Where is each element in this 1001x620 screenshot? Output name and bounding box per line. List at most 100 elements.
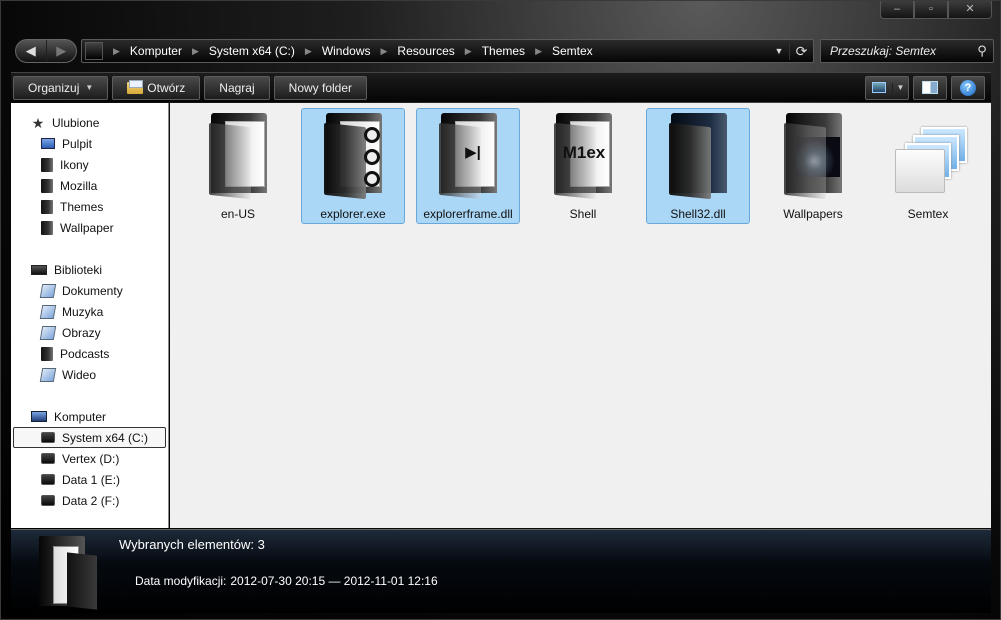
minimize-button[interactable]: – xyxy=(880,1,914,19)
sidebar-item-icons[interactable]: Ikony xyxy=(11,154,168,175)
sidebar-item-label: Pulpit xyxy=(62,136,93,151)
details-pane: Wybranych elementów: 3 Data modyfikacji:… xyxy=(11,529,991,613)
breadcrumb-separator[interactable]: ▶ xyxy=(186,46,205,57)
nav-buttons: ◀ ▶ xyxy=(15,39,77,63)
file-name: explorer.exe xyxy=(320,207,386,221)
chevron-down-icon: ▼ xyxy=(85,83,94,92)
sidebar-item-label: Ulubione xyxy=(52,115,100,130)
folder-icon xyxy=(667,113,733,200)
preview-pane-button[interactable] xyxy=(913,75,947,100)
search-icon[interactable]: ⚲ xyxy=(971,43,993,59)
sidebar-item-drive-f[interactable]: Data 2 (F:) xyxy=(11,490,168,511)
sidebar-item-label: Muzyka xyxy=(62,304,104,319)
sidebar-item-computer[interactable]: Komputer xyxy=(11,406,168,427)
computer-icon xyxy=(31,411,47,422)
title-bar[interactable]: – ▫ ✕ xyxy=(1,1,1000,35)
search-input[interactable]: Przeszukaj: Semtex xyxy=(830,44,971,58)
window-controls: – ▫ ✕ xyxy=(880,1,992,19)
sidebar-item-label: System x64 (C:) xyxy=(62,430,149,445)
date-modified-value[interactable]: 2012-07-30 20:15 — 2012-11-01 12:16 xyxy=(230,574,437,588)
file-name: explorerframe.dll xyxy=(423,207,513,221)
help-button[interactable]: ? xyxy=(951,75,985,100)
sidebar-item-wallpaper[interactable]: Wallpaper xyxy=(11,217,168,238)
command-bar: Organizuj ▼ Otwórz Nagraj Nowy folder ▼ … xyxy=(11,72,991,102)
sidebar-item-videos[interactable]: Wideo xyxy=(11,364,168,385)
sidebar-item-desktop[interactable]: Pulpit xyxy=(11,133,168,154)
open-label: Otwórz xyxy=(147,80,186,95)
sidebar-item-podcasts[interactable]: Podcasts xyxy=(11,343,168,364)
file-shell32-dll[interactable]: Shell32.dll xyxy=(646,108,750,224)
sidebar-item-drive-d[interactable]: Vertex (D:) xyxy=(11,448,168,469)
navigation-pane[interactable]: ★ Ulubione Pulpit Ikony Mozilla Themes W… xyxy=(11,103,169,528)
sidebar-item-favorites[interactable]: ★ Ulubione xyxy=(11,112,168,133)
change-view-button[interactable]: ▼ xyxy=(865,75,909,100)
address-bar[interactable]: ▶ Komputer ▶ System x64 (C:) ▶ Windows ▶… xyxy=(81,39,814,63)
shell-glyph: M1ex xyxy=(562,143,606,162)
sidebar-item-label: Biblioteki xyxy=(54,262,103,277)
folder-icon xyxy=(322,113,388,200)
open-folder-icon xyxy=(127,79,144,94)
favorites-group: ★ Ulubione Pulpit Ikony Mozilla Themes W… xyxy=(11,112,168,238)
folder-icon xyxy=(207,113,273,200)
refresh-icon[interactable]: ⟳ xyxy=(789,42,813,60)
sidebar-item-label: Ikony xyxy=(60,157,89,172)
burn-button[interactable]: Nagraj xyxy=(204,75,270,100)
chevron-down-icon[interactable]: ▼ xyxy=(892,83,908,92)
sidebar-item-label: Wideo xyxy=(62,367,97,382)
desktop-icon xyxy=(41,138,55,149)
sidebar-item-documents[interactable]: Dokumenty xyxy=(11,280,168,301)
help-icon: ? xyxy=(960,79,976,96)
music-icon xyxy=(39,304,57,319)
search-box[interactable]: Przeszukaj: Semtex ⚲ xyxy=(820,39,994,63)
folder-shell[interactable]: M1ex Shell xyxy=(531,108,635,224)
breadcrumb-separator[interactable]: ▶ xyxy=(529,46,548,57)
selection-count: Wybranych elementów: 3 xyxy=(119,537,265,552)
selection-thumbnail-icon xyxy=(33,534,103,610)
file-name: Shell32.dll xyxy=(670,207,726,221)
file-explorerframe-dll[interactable]: ▶| explorerframe.dll xyxy=(416,108,520,224)
sidebar-item-drive-c[interactable]: System x64 (C:) xyxy=(13,427,166,448)
sidebar-item-themes[interactable]: Themes xyxy=(11,196,168,217)
folder-icon: M1ex xyxy=(552,113,618,200)
new-folder-button[interactable]: Nowy folder xyxy=(273,75,368,100)
file-explorer-exe[interactable]: explorer.exe xyxy=(301,108,405,224)
sidebar-item-label: Mozilla xyxy=(60,178,98,193)
sidebar-item-libraries[interactable]: Biblioteki xyxy=(11,259,168,280)
folder-icon xyxy=(41,157,53,172)
sidebar-item-label: Dokumenty xyxy=(62,283,123,298)
frame-glyph: ▶| xyxy=(465,144,481,161)
breadcrumb-resources[interactable]: Resources xyxy=(393,44,458,58)
videos-icon xyxy=(39,367,57,382)
breadcrumb-windows[interactable]: Windows xyxy=(318,44,375,58)
folder-semtex[interactable]: Semtex xyxy=(876,108,980,224)
breadcrumb-semtex[interactable]: Semtex xyxy=(548,44,597,58)
file-list[interactable]: en-US explorer.exe ▶| explorerframe.dll … xyxy=(170,103,991,528)
back-button[interactable]: ◀ xyxy=(16,40,46,62)
sidebar-item-pictures[interactable]: Obrazy xyxy=(11,322,168,343)
open-button[interactable]: Otwórz xyxy=(112,75,201,100)
forward-button[interactable]: ▶ xyxy=(45,40,77,62)
sidebar-item-mozilla[interactable]: Mozilla xyxy=(11,175,168,196)
file-name: Wallpapers xyxy=(783,207,843,221)
breadcrumb-separator[interactable]: ▶ xyxy=(459,46,478,57)
computer-group: Komputer System x64 (C:) Vertex (D:) Dat… xyxy=(11,406,168,511)
sidebar-item-music[interactable]: Muzyka xyxy=(11,301,168,322)
folder-en-us[interactable]: en-US xyxy=(186,108,290,224)
folder-icon xyxy=(782,113,848,200)
breadcrumb-themes[interactable]: Themes xyxy=(478,44,529,58)
maximize-button[interactable]: ▫ xyxy=(914,1,948,19)
folder-icon xyxy=(41,199,53,214)
folder-icon xyxy=(41,178,53,193)
breadcrumb-separator[interactable]: ▶ xyxy=(107,46,126,57)
drive-icon xyxy=(41,432,55,443)
sidebar-item-drive-e[interactable]: Data 1 (E:) xyxy=(11,469,168,490)
folder-wallpapers[interactable]: Wallpapers xyxy=(761,108,865,224)
address-dropdown-icon[interactable]: ▼ xyxy=(769,46,789,56)
breadcrumb-system-c[interactable]: System x64 (C:) xyxy=(205,44,299,58)
breadcrumb-separator[interactable]: ▶ xyxy=(375,46,394,57)
breadcrumb-separator[interactable]: ▶ xyxy=(299,46,318,57)
close-button[interactable]: ✕ xyxy=(948,1,992,19)
preview-pane-icon xyxy=(922,81,938,94)
breadcrumb-komputer[interactable]: Komputer xyxy=(126,44,186,58)
organize-button[interactable]: Organizuj ▼ xyxy=(13,75,109,100)
